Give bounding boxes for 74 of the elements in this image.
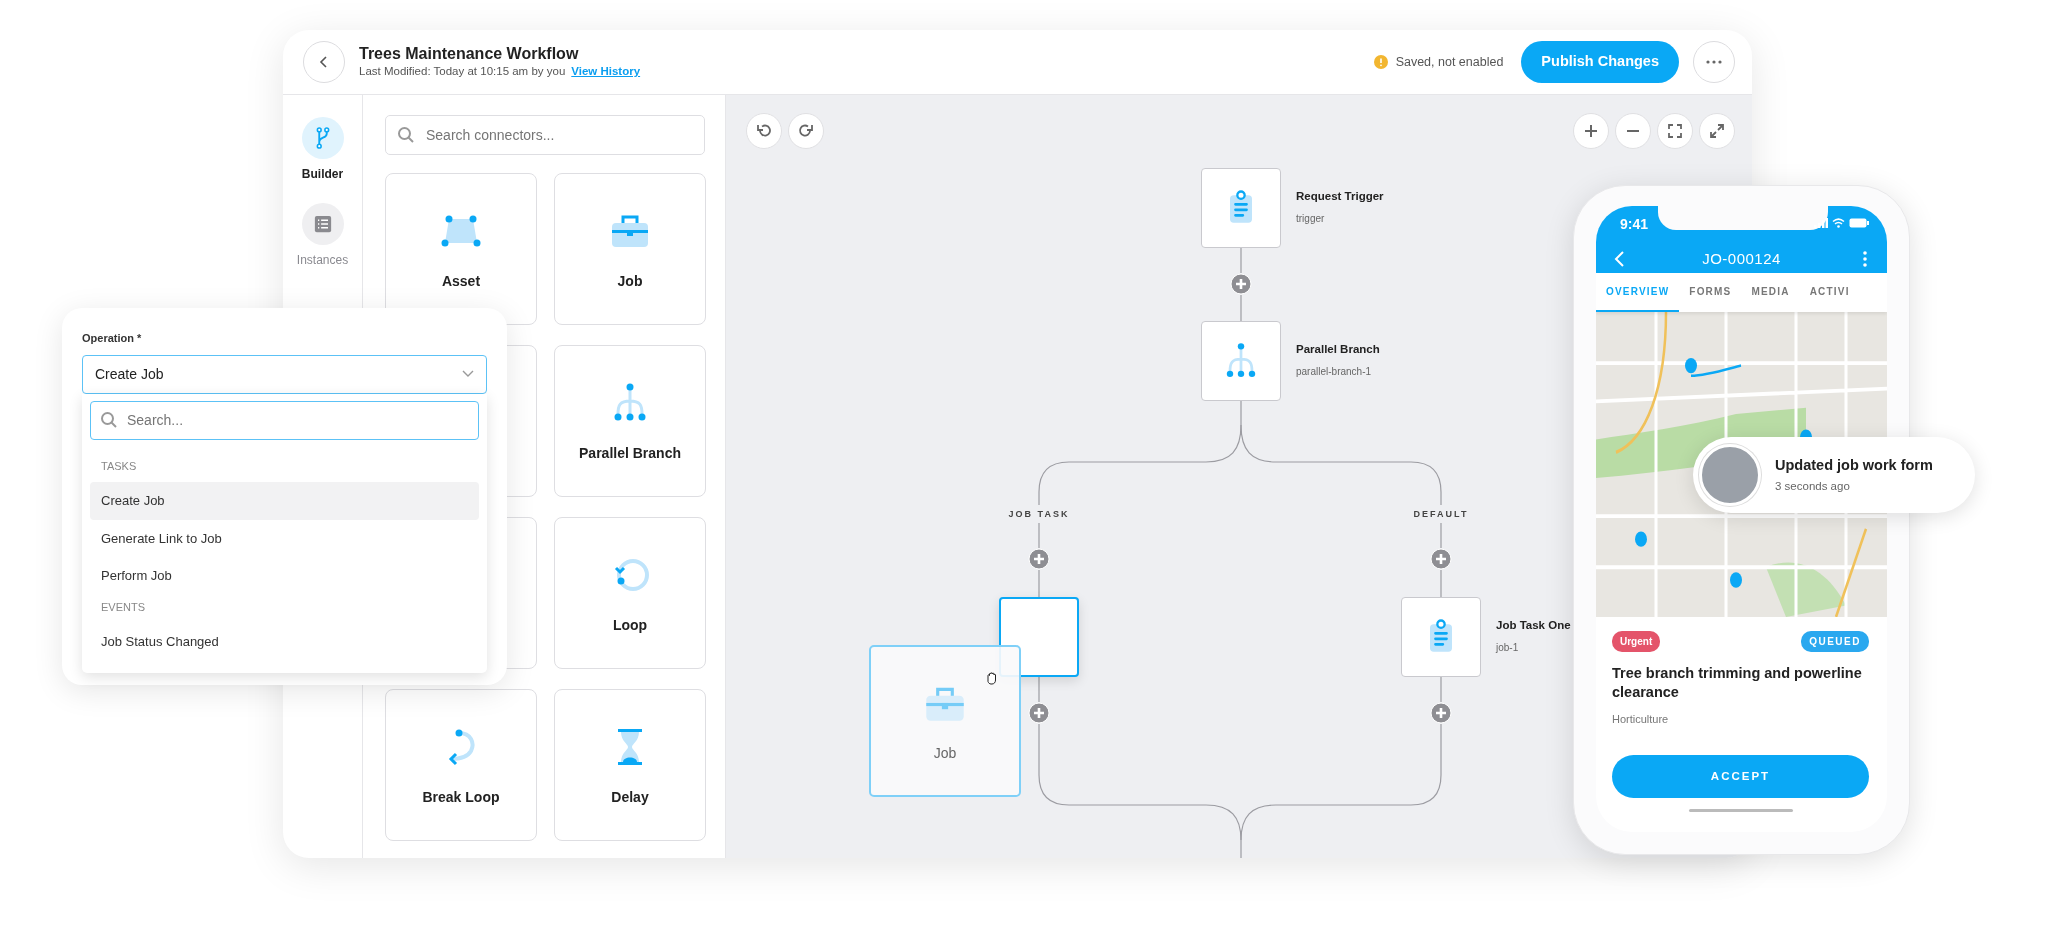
connector-card[interactable]: Job <box>554 173 706 325</box>
connector-line <box>1038 522 1040 549</box>
priority-badge: Urgent <box>1612 631 1661 652</box>
kebab-menu-icon[interactable] <box>1863 251 1867 267</box>
job-title: Tree branch trimming and powerline clearance <box>1612 664 1863 702</box>
search-icon <box>397 126 415 144</box>
connector-line <box>1240 294 1242 322</box>
add-step-icon[interactable] <box>1028 702 1050 724</box>
redo-button[interactable] <box>788 113 824 149</box>
notification-time: 3 seconds ago <box>1775 479 1851 495</box>
chevron-down-icon <box>462 370 474 378</box>
search-field[interactable]: Search... <box>90 400 479 440</box>
fit-screen-icon <box>1666 122 1684 140</box>
zoom-in-button[interactable] <box>1573 113 1609 149</box>
connector-line <box>1240 247 1242 274</box>
workflow-node[interactable] <box>1201 168 1281 248</box>
back-icon[interactable] <box>1614 251 1626 267</box>
dropdown-option[interactable]: Perform Job <box>90 557 479 595</box>
job-category: Horticulture <box>1612 711 1670 727</box>
status-badge: QUEUED <box>1801 631 1869 652</box>
connector-line <box>1440 676 1442 703</box>
connector-card[interactable]: Loop <box>554 517 706 669</box>
status-time: 9:41 <box>1620 215 1649 234</box>
minus-icon <box>1627 130 1639 132</box>
dropdown-option[interactable]: Generate Link to Job <box>90 519 479 557</box>
connector-line <box>1440 569 1442 598</box>
field-label: Operation * <box>82 331 143 346</box>
connector-line <box>1038 569 1040 598</box>
add-step-icon[interactable] <box>1230 273 1252 295</box>
branch-label: JOB TASK <box>1008 508 1070 521</box>
group-heading: EVENTS <box>100 599 146 615</box>
node-title: Parallel Branch <box>1296 342 1380 357</box>
connector-card[interactable]: Asset <box>385 173 537 325</box>
node-title: Request Trigger <box>1296 189 1384 204</box>
wifi-icon <box>1832 218 1845 228</box>
dropdown-option[interactable]: Create Job <box>90 482 479 520</box>
node-subtitle: job-1 <box>1496 641 1519 655</box>
save-status-text: Saved, not enabled <box>1395 53 1504 71</box>
connector-card[interactable]: Break Loop <box>385 689 537 841</box>
job-number-title: JO-000124 <box>1701 249 1782 269</box>
add-step-icon[interactable] <box>1430 548 1452 570</box>
node-subtitle: parallel-branch-1 <box>1296 365 1372 379</box>
connector-line <box>1038 676 1040 703</box>
group-heading: TASKS <box>100 458 138 474</box>
connector-card[interactable]: Delay <box>554 689 706 841</box>
workflow-node[interactable] <box>1201 321 1281 401</box>
undo-button[interactable] <box>746 113 782 149</box>
app-tab[interactable]: MEDIA <box>1741 273 1800 312</box>
search-icon <box>100 410 118 429</box>
branch-label: DEFAULT <box>1413 508 1469 521</box>
fit-screen-button[interactable] <box>1657 113 1693 149</box>
dragged-card[interactable]: Job <box>869 645 1021 797</box>
more-icon <box>1706 60 1722 64</box>
expand-icon <box>1708 122 1726 140</box>
app-tab[interactable]: FORMS <box>1679 273 1742 312</box>
expand-button[interactable] <box>1699 113 1735 149</box>
app-tab[interactable]: ACTIVI <box>1799 273 1860 312</box>
add-step-icon[interactable] <box>1028 548 1050 570</box>
avatar-circle <box>1699 444 1761 506</box>
workflow-title: Trees Maintenance Workflow <box>359 43 580 63</box>
plus-icon <box>1582 122 1600 140</box>
last-modified-text: Last Modified: Today at 10:15 am by you <box>359 63 566 79</box>
warning-icon <box>1373 55 1388 69</box>
search-field[interactable]: Search connectors... <box>385 115 705 155</box>
battery-icon <box>1849 218 1869 228</box>
node-title: Job Task One <box>1496 618 1571 633</box>
operation-select[interactable]: Create Job <box>82 354 487 394</box>
notification-title: Updated job work form <box>1775 455 1933 475</box>
add-step-icon[interactable] <box>1430 702 1452 724</box>
node-subtitle: trigger <box>1296 212 1325 226</box>
dropdown-option[interactable]: Job Status Changed <box>90 623 479 661</box>
connector-card[interactable]: Parallel Branch <box>554 345 706 497</box>
workflow-node[interactable] <box>1401 597 1481 677</box>
connector-line <box>1440 522 1442 549</box>
